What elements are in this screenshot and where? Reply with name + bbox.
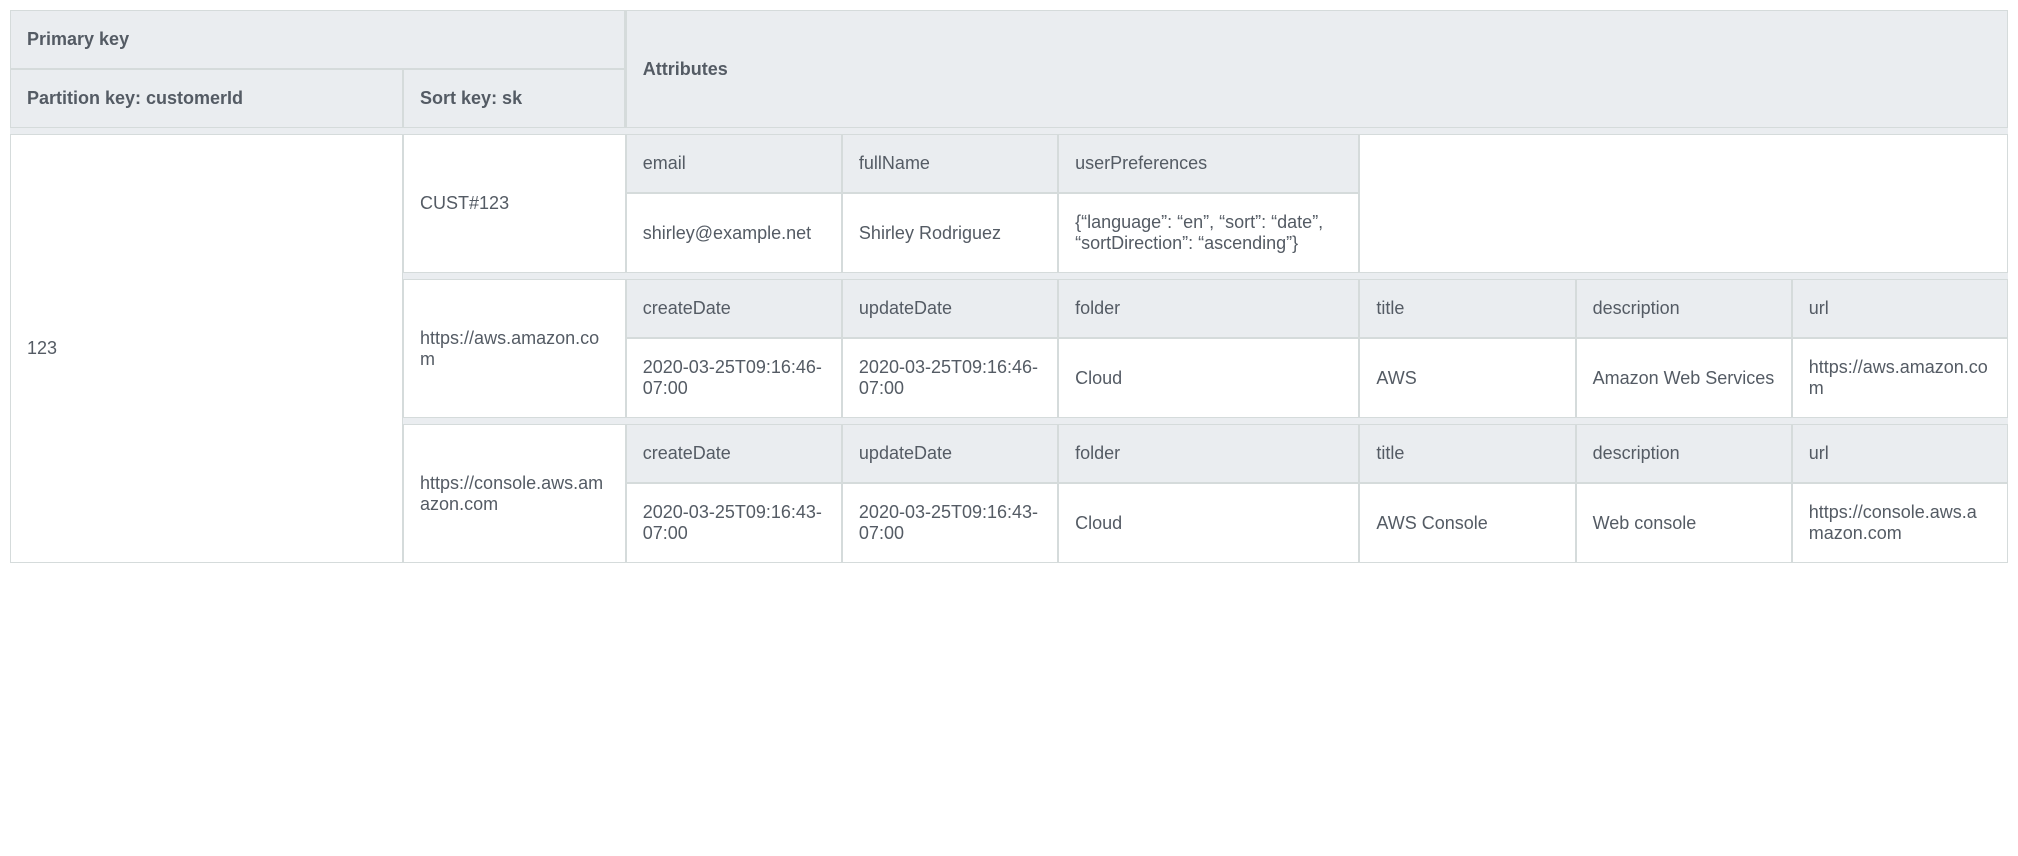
attr-value: 2020-03-25T09:16:46-07:00 [842,338,1058,418]
attr-value: AWS Console [1359,483,1575,563]
attr-header: createDate [626,279,842,338]
attr-header: userPreferences [1058,134,1359,193]
partition-key-value: 123 [10,134,403,563]
attr-header: url [1792,279,2008,338]
attr-header: createDate [626,424,842,483]
attr-value: Cloud [1058,483,1359,563]
attr-header: email [626,134,842,193]
attr-value: Amazon Web Services [1576,338,1792,418]
attr-value: Shirley Rodriguez [842,193,1058,273]
attr-value: Cloud [1058,338,1359,418]
attr-value: 2020-03-25T09:16:43-07:00 [842,483,1058,563]
table-row: 123 CUST#123 email fullName userPreferen… [10,134,2008,193]
attr-value: 2020-03-25T09:16:46-07:00 [626,338,842,418]
attr-header: description [1576,424,1792,483]
attr-value: AWS [1359,338,1575,418]
attr-value: https://console.aws.amazon.com [1792,483,2008,563]
attr-value: {“language”: “en”, “sort”: “date”, “sort… [1058,193,1359,273]
header-primary-key: Primary key [10,10,626,69]
blank-cell [1359,134,2008,273]
attr-header: updateDate [842,279,1058,338]
attr-header: folder [1058,424,1359,483]
attr-value: Web console [1576,483,1792,563]
sort-key-value: https://aws.amazon.com [403,279,626,418]
header-attributes: Attributes [626,10,2008,128]
attr-header: description [1576,279,1792,338]
attr-value: https://aws.amazon.com [1792,338,2008,418]
header-sort-key: Sort key: sk [403,69,626,128]
attr-header: updateDate [842,424,1058,483]
attr-header: title [1359,424,1575,483]
dynamodb-table: Primary key Attributes Partition key: cu… [10,10,2008,563]
attr-header: folder [1058,279,1359,338]
attr-header: title [1359,279,1575,338]
sort-key-value: CUST#123 [403,134,626,273]
attr-value: 2020-03-25T09:16:43-07:00 [626,483,842,563]
header-partition-key: Partition key: customerId [10,69,403,128]
attr-header: fullName [842,134,1058,193]
sort-key-value: https://console.aws.amazon.com [403,424,626,563]
attr-value: shirley@example.net [626,193,842,273]
attr-header: url [1792,424,2008,483]
